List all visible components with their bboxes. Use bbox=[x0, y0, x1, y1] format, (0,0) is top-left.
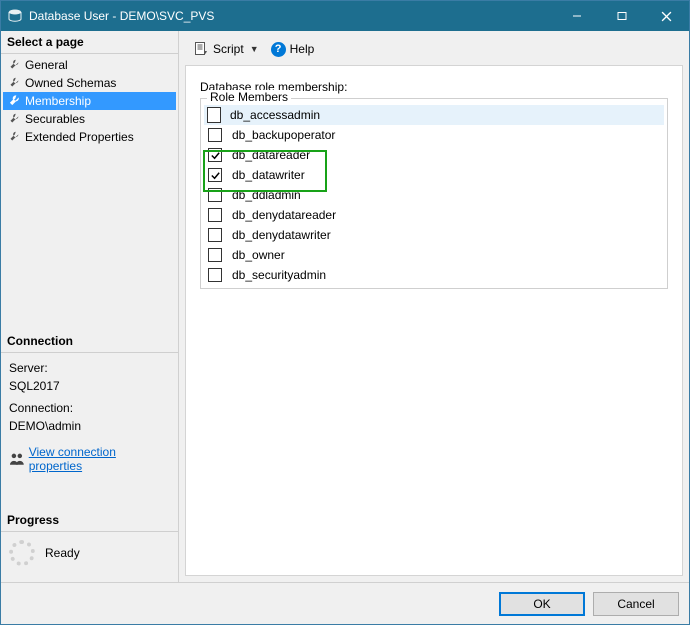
page-item-securables[interactable]: Securables bbox=[3, 110, 176, 128]
help-label: Help bbox=[290, 42, 315, 56]
page-label: Securables bbox=[25, 112, 85, 126]
page-item-general[interactable]: General bbox=[3, 56, 176, 74]
content-area: Database role membership: Role Members d… bbox=[185, 65, 683, 576]
page-item-owned-schemas[interactable]: Owned Schemas bbox=[3, 74, 176, 92]
page-item-extended-properties[interactable]: Extended Properties bbox=[3, 128, 176, 146]
wrench-icon bbox=[7, 76, 21, 90]
chevron-down-icon: ▼ bbox=[250, 44, 259, 54]
cancel-button[interactable]: Cancel bbox=[593, 592, 679, 616]
ok-label: OK bbox=[533, 597, 550, 611]
script-button[interactable]: Script ▼ bbox=[189, 39, 263, 59]
role-item[interactable]: db_ddladmin bbox=[204, 185, 664, 205]
progress-panel: Ready bbox=[1, 532, 178, 582]
role-item[interactable]: db_backupoperator bbox=[204, 125, 664, 145]
role-name: db_datareader bbox=[232, 148, 310, 162]
checkbox[interactable] bbox=[208, 268, 222, 282]
wrench-icon bbox=[7, 94, 21, 108]
progress-status: Ready bbox=[45, 546, 80, 560]
role-item[interactable]: db_denydatareader bbox=[204, 205, 664, 225]
ok-button[interactable]: OK bbox=[499, 592, 585, 616]
role-list[interactable]: db_accessadmin db_backupoperator db_datare… bbox=[204, 105, 664, 285]
view-connection-properties-link[interactable]: View connection properties bbox=[9, 445, 170, 473]
role-name: db_securityadmin bbox=[232, 268, 326, 282]
checkbox[interactable] bbox=[208, 168, 222, 182]
progress-spinner-icon bbox=[9, 540, 35, 566]
window-title: Database User - DEMO\SVC_PVS bbox=[29, 9, 554, 23]
page-list: General Owned Schemas Membership Securab… bbox=[1, 54, 178, 148]
checkbox[interactable] bbox=[208, 248, 222, 262]
connection-label: Connection: bbox=[9, 401, 170, 415]
select-page-header: Select a page bbox=[1, 31, 178, 54]
role-name: db_denydatawriter bbox=[232, 228, 331, 242]
maximize-button[interactable] bbox=[599, 1, 644, 31]
connection-header: Connection bbox=[1, 330, 178, 353]
server-label: Server: bbox=[9, 361, 170, 375]
people-icon bbox=[9, 451, 25, 467]
role-name: db_owner bbox=[232, 248, 285, 262]
page-item-membership[interactable]: Membership bbox=[3, 92, 176, 110]
wrench-icon bbox=[7, 112, 21, 126]
help-icon: ? bbox=[271, 42, 286, 57]
checkbox[interactable] bbox=[207, 107, 221, 123]
checkbox[interactable] bbox=[208, 128, 222, 142]
checkbox[interactable] bbox=[208, 208, 222, 222]
help-button[interactable]: ? Help bbox=[267, 40, 319, 59]
connection-value: DEMO\admin bbox=[9, 419, 170, 433]
role-members-group: Role Members db_accessadmindb_backupoper… bbox=[200, 98, 668, 289]
dialog-window: Database User - DEMO\SVC_PVS Select a pa… bbox=[0, 0, 690, 625]
role-item[interactable]: db_datareader bbox=[204, 145, 664, 165]
checkbox[interactable] bbox=[208, 188, 222, 202]
toolbar: Script ▼ ? Help bbox=[185, 37, 683, 65]
view-connection-properties-label: View connection properties bbox=[29, 445, 170, 473]
role-name: db_accessadmin bbox=[230, 108, 320, 122]
main-panel: Script ▼ ? Help Database role membership… bbox=[179, 31, 689, 582]
window-buttons bbox=[554, 1, 689, 31]
page-label: General bbox=[25, 58, 68, 72]
dialog-footer: OK Cancel bbox=[1, 582, 689, 624]
titlebar: Database User - DEMO\SVC_PVS bbox=[1, 1, 689, 31]
script-label: Script bbox=[213, 42, 244, 56]
sidebar: Select a page General Owned Schemas Memb… bbox=[1, 31, 179, 582]
role-item[interactable]: db_denydatawriter bbox=[204, 225, 664, 245]
minimize-button[interactable] bbox=[554, 1, 599, 31]
connection-panel: Server: SQL2017 Connection: DEMO\admin V… bbox=[1, 353, 178, 481]
cancel-label: Cancel bbox=[617, 597, 654, 611]
server-value: SQL2017 bbox=[9, 379, 170, 393]
script-icon bbox=[193, 41, 209, 57]
role-name: db_backupoperator bbox=[232, 128, 335, 142]
role-name: db_datawriter bbox=[232, 168, 305, 182]
role-name: db_ddladmin bbox=[232, 188, 301, 202]
page-label: Owned Schemas bbox=[25, 76, 116, 90]
checkbox[interactable] bbox=[208, 148, 222, 162]
close-button[interactable] bbox=[644, 1, 689, 31]
checkbox[interactable] bbox=[208, 228, 222, 242]
page-label: Extended Properties bbox=[25, 130, 134, 144]
role-item[interactable]: db_securityadmin bbox=[204, 265, 664, 285]
wrench-icon bbox=[7, 130, 21, 144]
wrench-icon bbox=[7, 58, 21, 72]
database-user-icon bbox=[7, 8, 23, 24]
page-label: Membership bbox=[25, 94, 91, 108]
role-members-legend: Role Members bbox=[207, 90, 291, 104]
progress-header: Progress bbox=[1, 509, 178, 532]
role-item[interactable]: db_accessadmin bbox=[204, 105, 664, 125]
dialog-body: Select a page General Owned Schemas Memb… bbox=[1, 31, 689, 582]
role-item[interactable]: db_owner bbox=[204, 245, 664, 265]
role-name: db_denydatareader bbox=[232, 208, 336, 222]
role-item[interactable]: db_datawriter bbox=[204, 165, 664, 185]
